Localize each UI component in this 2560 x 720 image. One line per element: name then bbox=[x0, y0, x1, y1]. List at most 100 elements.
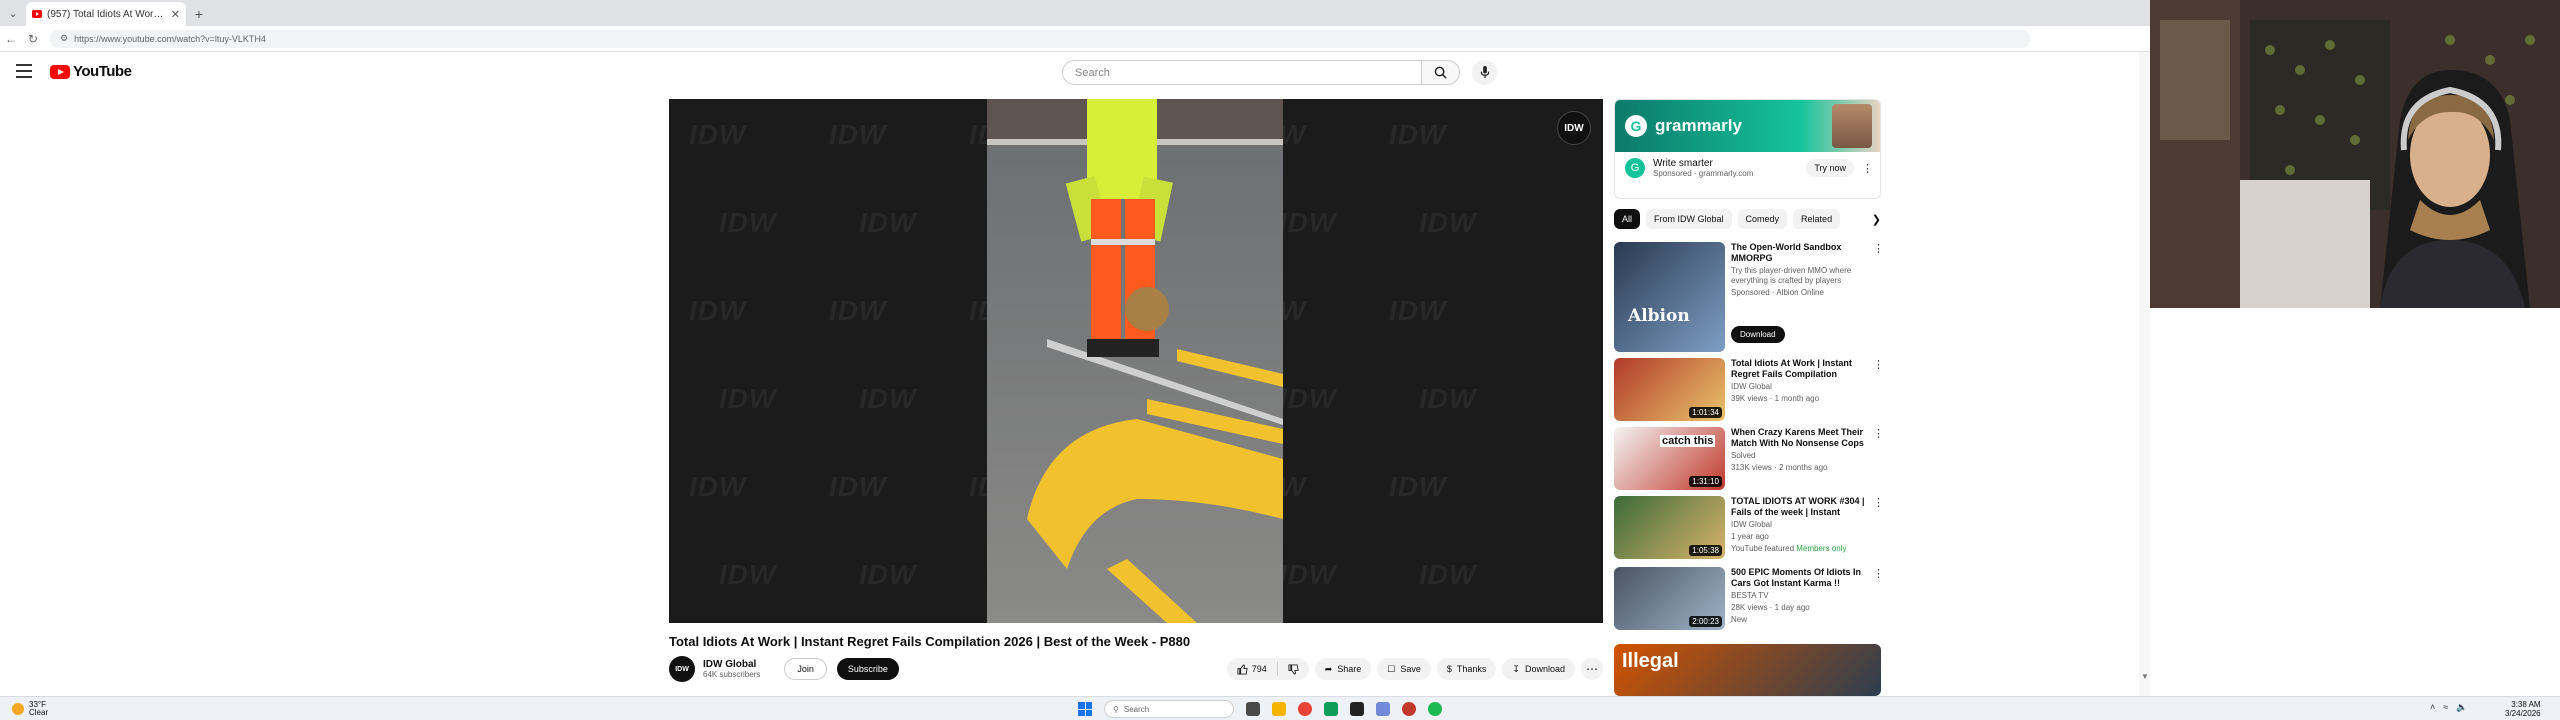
dislike-button[interactable] bbox=[1278, 663, 1309, 675]
chip-comedy[interactable]: Comedy bbox=[1737, 209, 1788, 229]
edge-icon[interactable] bbox=[1324, 702, 1338, 716]
rec-channel[interactable]: IDW Global bbox=[1731, 382, 1867, 392]
rec-stats: 28K views · 1 day ago bbox=[1731, 603, 1810, 612]
system-tray: ˄ ≈ 🔈 bbox=[2430, 702, 2467, 713]
recommendation-item[interactable]: Albion The Open-World Sandbox MMORPG Try… bbox=[1614, 242, 1884, 352]
task-view-icon[interactable] bbox=[1246, 702, 1260, 716]
recommendation-item[interactable]: 2:00:23 500 EPIC Moments Of Idiots In Ca… bbox=[1614, 567, 1884, 630]
page-scrollbar[interactable] bbox=[2139, 52, 2150, 696]
rec-menu-icon[interactable]: ⋮ bbox=[1873, 242, 1884, 352]
video-thumbnail[interactable]: 1:01:34 bbox=[1614, 358, 1725, 421]
ad-banner[interactable]: G grammarly bbox=[1615, 100, 1880, 152]
recommendation-item[interactable]: 1:05:38 TOTAL IDIOTS AT WORK #304 | Fail… bbox=[1614, 496, 1884, 559]
rec-channel[interactable]: Solved bbox=[1731, 451, 1867, 461]
channel-watermark-badge[interactable]: IDW bbox=[1557, 111, 1591, 145]
thanks-button[interactable]: $ Thanks bbox=[1436, 658, 1497, 680]
scroll-down-arrow-icon[interactable]: ▼ bbox=[2141, 672, 2149, 681]
rec-channel[interactable]: IDW Global bbox=[1731, 520, 1867, 530]
address-bar: ← ↻ ⚙ https://www.youtube.com/watch?v=lt… bbox=[0, 26, 2150, 52]
browser-tabstrip: ⌄ (957) Total Idiots At Work | In... ✕ + bbox=[0, 0, 2150, 26]
voice-search-button[interactable] bbox=[1472, 60, 1497, 85]
tray-chevron-icon[interactable]: ˄ bbox=[2430, 702, 2435, 713]
browser-tab[interactable]: (957) Total Idiots At Work | In... ✕ bbox=[26, 2, 186, 26]
rec-title[interactable]: The Open-World Sandbox MMORPG bbox=[1731, 242, 1867, 264]
download-button[interactable]: ↧ Download bbox=[1502, 658, 1575, 680]
chip-all[interactable]: All bbox=[1614, 209, 1641, 229]
windows-start-icon[interactable] bbox=[1078, 702, 1092, 716]
thumbnail-text: catch this bbox=[1660, 435, 1716, 447]
rec-title[interactable]: TOTAL IDIOTS AT WORK #304 | Fails of the… bbox=[1731, 496, 1867, 518]
download-icon: ↧ bbox=[1512, 663, 1520, 674]
url-field[interactable]: ⚙ https://www.youtube.com/watch?v=ltuy-V… bbox=[50, 29, 2030, 48]
taskbar-clock[interactable]: 3:38 AM 3/24/2026 bbox=[2505, 700, 2541, 718]
download-label: Download bbox=[1524, 664, 1565, 674]
rec-menu-icon[interactable]: ⋮ bbox=[1873, 496, 1884, 559]
rec-channel[interactable]: BESTA TV bbox=[1731, 591, 1867, 601]
more-actions-button[interactable]: ⋯ bbox=[1581, 658, 1603, 680]
save-button[interactable]: ☐ Save bbox=[1377, 658, 1431, 680]
chips-next-arrow-icon[interactable]: ❯ bbox=[1872, 213, 1881, 226]
discord-icon[interactable] bbox=[1376, 702, 1390, 716]
video-duration: 1:05:38 bbox=[1689, 545, 1722, 556]
idw-watermark: IDW bbox=[689, 295, 747, 326]
chrome-icon[interactable] bbox=[1298, 702, 1312, 716]
recommendation-item[interactable]: 1:01:34 Total Idiots At Work | Instant R… bbox=[1614, 358, 1884, 421]
like-dislike-group: 794 bbox=[1226, 658, 1309, 680]
volume-icon[interactable]: 🔈 bbox=[2456, 702, 2467, 713]
recommendation-item[interactable]: catch this 1:31:10 When Crazy Karens Mee… bbox=[1614, 427, 1884, 490]
recommendation-item[interactable]: Illegal bbox=[1614, 644, 1881, 696]
rec-menu-icon[interactable]: ⋮ bbox=[1873, 567, 1884, 630]
rec-download-button[interactable]: Download bbox=[1731, 326, 1785, 343]
rec-menu-icon[interactable]: ⋮ bbox=[1873, 358, 1884, 421]
obs-icon[interactable] bbox=[1402, 702, 1416, 716]
rec-stats: 1 year ago bbox=[1731, 532, 1769, 541]
taskbar-search[interactable]: ⚲ Search bbox=[1104, 700, 1234, 718]
idw-watermark: IDW bbox=[829, 471, 887, 502]
channel-name[interactable]: IDW Global bbox=[703, 659, 760, 670]
video-thumbnail[interactable]: 1:05:38 bbox=[1614, 496, 1725, 559]
spotify-icon[interactable] bbox=[1428, 702, 1442, 716]
search-button[interactable] bbox=[1422, 60, 1460, 85]
reload-icon[interactable]: ↻ bbox=[22, 32, 44, 46]
share-button[interactable]: ➦ Share bbox=[1314, 658, 1372, 680]
wifi-icon[interactable]: ≈ bbox=[2443, 702, 2448, 713]
rec-title[interactable]: When Crazy Karens Meet Their Match With … bbox=[1731, 427, 1867, 449]
taskbar-search-icon: ⚲ bbox=[1113, 704, 1119, 714]
idw-watermark: IDW bbox=[859, 559, 917, 590]
video-player[interactable]: IDW IDW IDW IDW IDW IDW IDW IDW IDW IDW IDW IDW IDW I… bbox=[669, 99, 1603, 623]
rec-menu-icon[interactable]: ⋮ bbox=[1873, 427, 1884, 490]
share-label: Share bbox=[1337, 664, 1362, 674]
video-duration: 1:31:10 bbox=[1689, 476, 1722, 487]
sidebar-ad[interactable]: G grammarly G Write smarter Sponsored · … bbox=[1614, 99, 1881, 199]
search-icon bbox=[1434, 66, 1447, 79]
ad-cta-button[interactable]: Try now bbox=[1806, 159, 1854, 177]
youtube-logo[interactable]: YouTube bbox=[50, 63, 132, 80]
idw-watermark: IDW bbox=[1419, 207, 1477, 238]
channel-avatar[interactable]: IDW bbox=[669, 656, 695, 682]
clock-date: 3/24/2026 bbox=[2505, 709, 2541, 718]
site-info-icon[interactable]: ⚙ bbox=[60, 33, 68, 44]
tab-list-chevron-icon[interactable]: ⌄ bbox=[0, 0, 26, 26]
thumbnail-text: Albion bbox=[1628, 306, 1690, 326]
close-tab-icon[interactable]: ✕ bbox=[171, 8, 180, 21]
chip-related[interactable]: Related bbox=[1793, 209, 1841, 229]
chip-from-channel[interactable]: From IDW Global bbox=[1646, 209, 1732, 229]
file-explorer-icon[interactable] bbox=[1272, 702, 1286, 716]
road-scene bbox=[987, 99, 1283, 623]
rec-title[interactable]: Total Idiots At Work | Instant Regret Fa… bbox=[1731, 358, 1867, 380]
menu-icon[interactable] bbox=[16, 64, 32, 78]
back-icon[interactable]: ← bbox=[0, 32, 22, 46]
video-thumbnail[interactable]: Illegal bbox=[1614, 644, 1881, 696]
new-tab-icon[interactable]: + bbox=[186, 2, 212, 26]
video-thumbnail[interactable]: Albion bbox=[1614, 242, 1725, 352]
search-input[interactable]: Search bbox=[1062, 60, 1422, 85]
subscribe-button[interactable]: Subscribe bbox=[836, 658, 899, 680]
store-icon[interactable] bbox=[1350, 702, 1364, 716]
join-button[interactable]: Join bbox=[784, 658, 827, 680]
video-thumbnail[interactable]: catch this 1:31:10 bbox=[1614, 427, 1725, 490]
video-thumbnail[interactable]: 2:00:23 bbox=[1614, 567, 1725, 630]
ad-menu-icon[interactable]: ⋮ bbox=[1862, 162, 1873, 175]
like-button[interactable]: 794 bbox=[1227, 663, 1277, 675]
weather-widget[interactable]: 33°F Clear bbox=[12, 701, 48, 717]
rec-title[interactable]: 500 EPIC Moments Of Idiots In Cars Got I… bbox=[1731, 567, 1867, 589]
